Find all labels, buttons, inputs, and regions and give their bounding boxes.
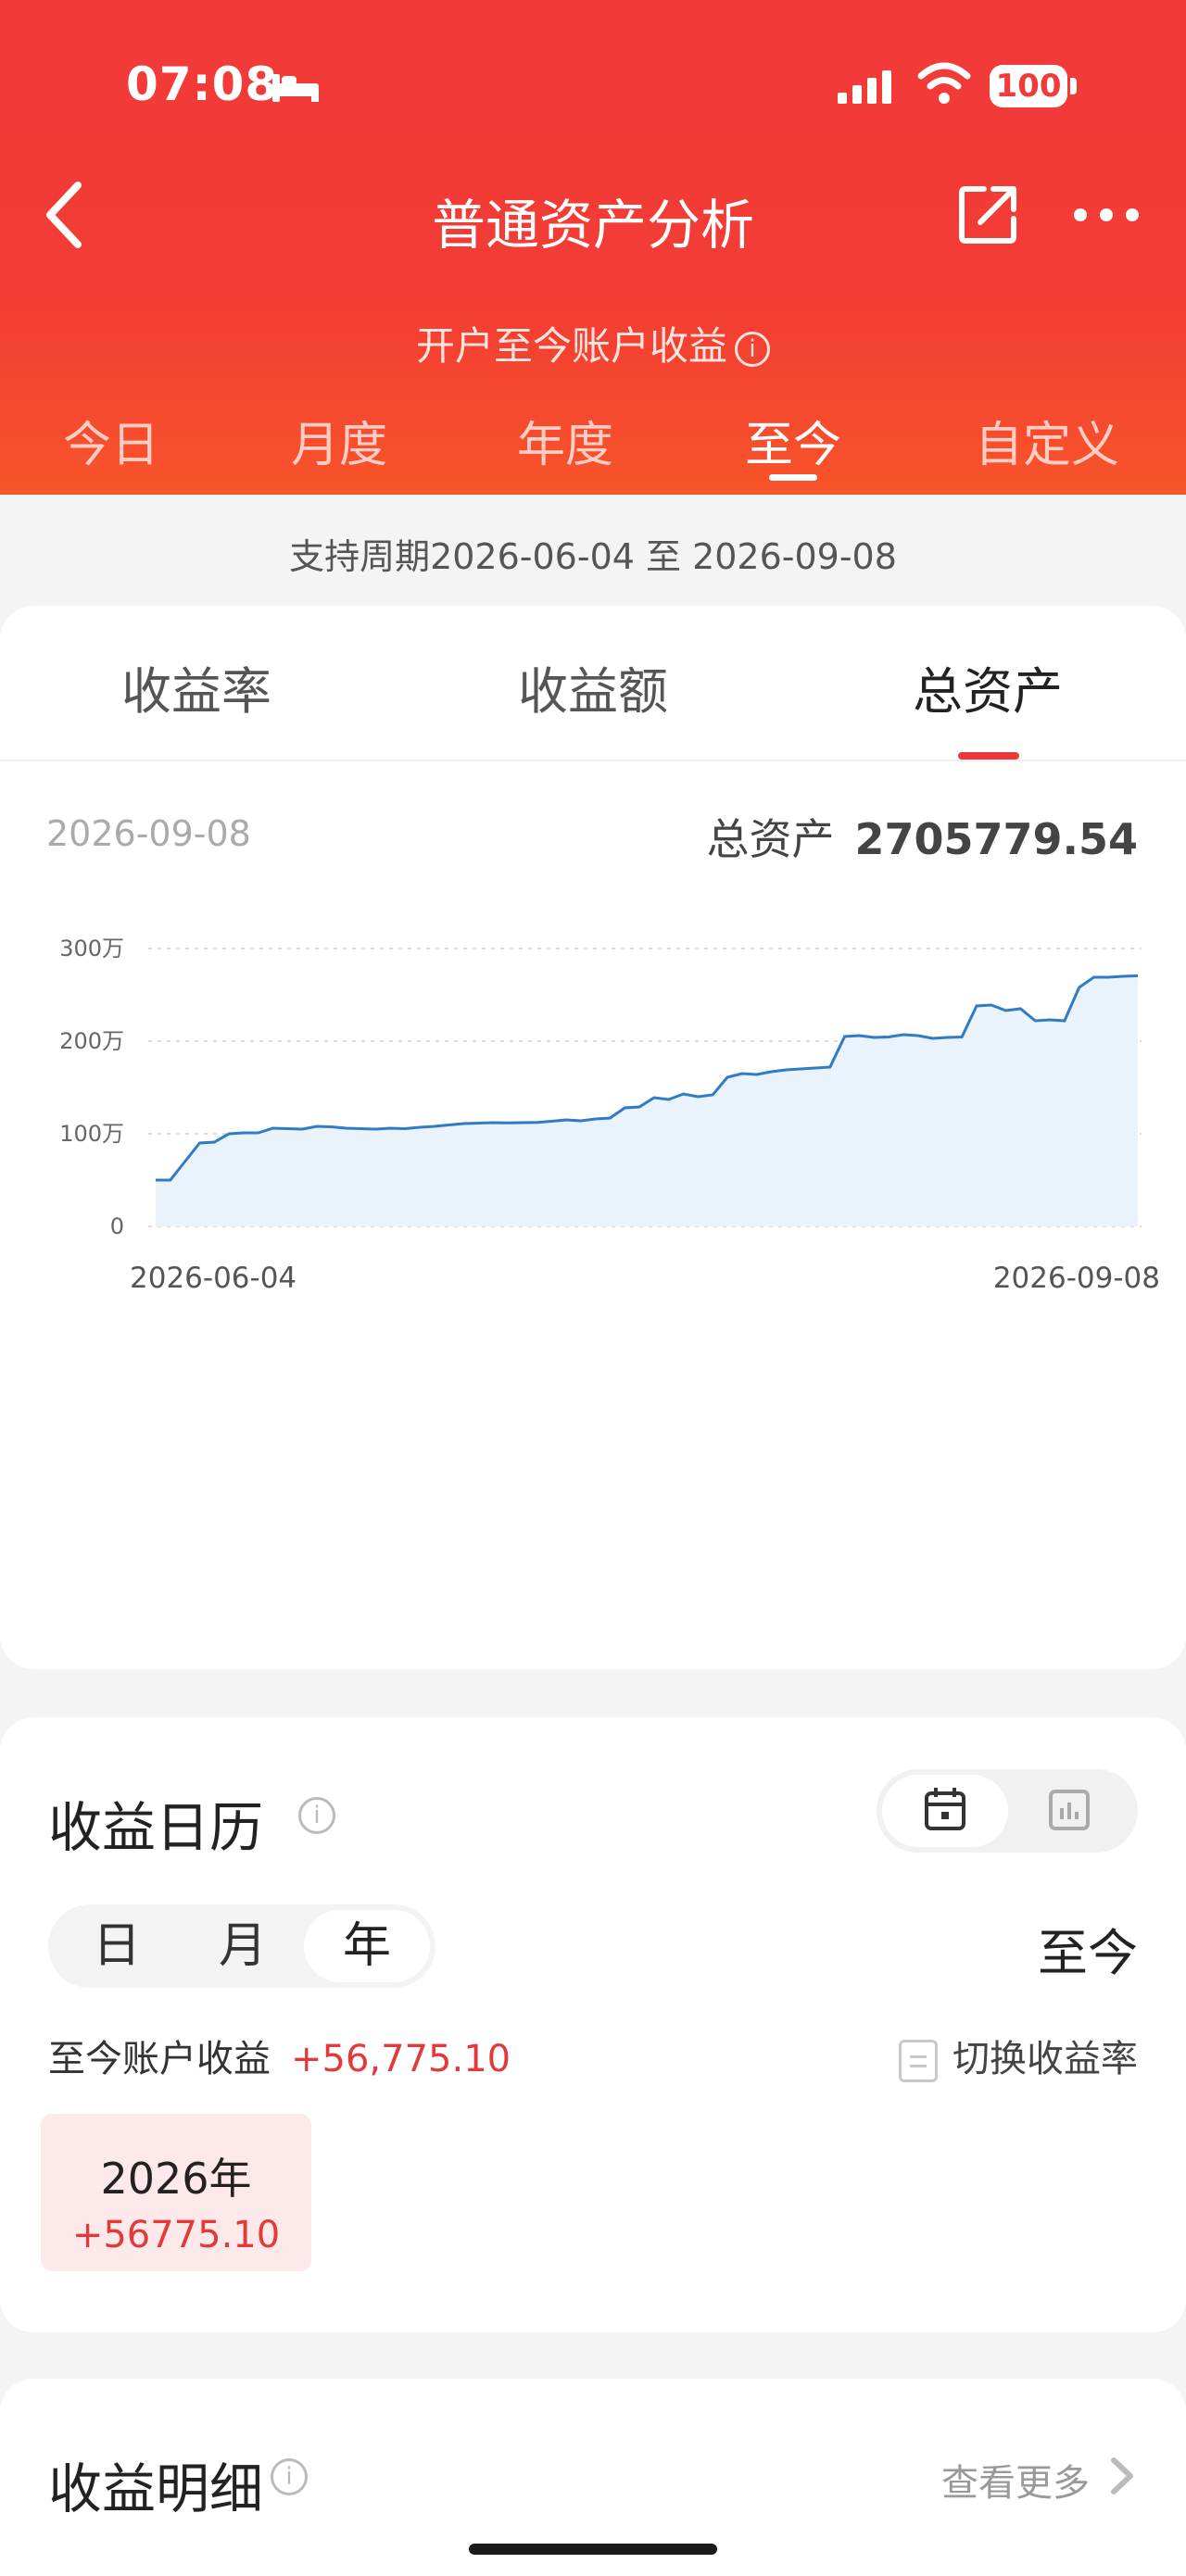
gran-day[interactable]: 日	[54, 1910, 180, 1982]
year-cell[interactable]: 2026年 +56775.10	[41, 2114, 311, 2271]
metric-tabs: 收益率 收益额 总资产	[0, 606, 1186, 761]
asset-chart-card: 收益率 收益额 总资产 2026-09-08 总资产 2705779.54 300…	[0, 606, 1186, 1669]
selected-value: 总资产 2705779.54	[706, 806, 1138, 867]
bar-chart-view-button[interactable]	[1006, 1775, 1132, 1847]
metric-tab-indicator	[958, 752, 1019, 760]
battery-indicator: 100	[990, 65, 1077, 107]
selected-label: 总资产	[706, 814, 835, 864]
tab-custom[interactable]: 自定义	[954, 406, 1140, 475]
battery-level: 100	[990, 65, 1067, 107]
calendar-period[interactable]: 至今	[1038, 1912, 1138, 1985]
account-profit-row: 至今账户收益 +56,775.10	[48, 2029, 511, 2082]
selected-amount: 2705779.54	[854, 814, 1138, 864]
switch-rate-label: 切换收益率	[953, 2038, 1138, 2080]
detail-title: 收益明细	[48, 2457, 264, 2520]
granularity-tabs: 日 月 年	[48, 1904, 435, 1988]
detail-info-icon[interactable]: i	[271, 2458, 308, 2495]
bar-chart-icon	[1049, 1790, 1090, 1830]
subtitle-text: 开户至今账户收益	[415, 323, 727, 369]
y-tick-label: 200万	[59, 1028, 124, 1054]
wifi-icon	[917, 62, 971, 104]
gran-year[interactable]: 年	[304, 1910, 430, 1982]
more-icon[interactable]	[1071, 206, 1142, 224]
header: 07:08 100 普通资产分析 开户至今账户收益 i 今日 月度 年度 至今 …	[0, 0, 1186, 495]
y-tick-label: 0	[110, 1213, 124, 1239]
home-indicator	[469, 2544, 717, 2555]
y-tick-label: 300万	[59, 936, 124, 961]
tab-year[interactable]: 年度	[473, 406, 658, 475]
supported-range: 支持周期2026-06-04 至 2026-09-08	[289, 536, 897, 577]
switch-rate-button[interactable]: 切换收益率	[899, 2029, 1138, 2082]
total-assets-chart[interactable]: 300万 200万 100万 0 2026-06-04 2026-09-08	[0, 911, 1186, 1301]
tab-return-amount[interactable]: 收益额	[454, 650, 732, 723]
tab-today[interactable]: 今日	[19, 406, 204, 475]
x-tick-end: 2026-09-08	[993, 1262, 1160, 1295]
chevron-right-icon[interactable]	[1106, 2455, 1138, 2497]
account-profit-value: +56,775.10	[291, 2038, 511, 2080]
account-subtitle: 开户至今账户收益 i	[0, 315, 1186, 371]
profit-calendar-card: 收益日历 i 日 月 年 至今 至今账户收益 +56,775.10 切换收益率 …	[0, 1717, 1186, 2332]
calendar-title: 收益日历	[48, 1796, 264, 1859]
gran-month[interactable]: 月	[180, 1910, 306, 1982]
calendar-view-button[interactable]	[882, 1775, 1008, 1847]
share-icon[interactable]	[958, 183, 1019, 245]
tab-return-rate[interactable]: 收益率	[57, 650, 335, 723]
view-toggle	[877, 1769, 1138, 1853]
info-icon[interactable]: i	[735, 331, 770, 367]
selected-date: 2026-09-08	[46, 813, 251, 854]
period-tabs: 今日 月度 年度 至今 自定义	[0, 406, 1186, 473]
x-tick-start: 2026-06-04	[130, 1262, 296, 1295]
tab-total-assets[interactable]: 总资产	[849, 650, 1127, 723]
switch-icon	[899, 2040, 938, 2082]
y-tick-label: 100万	[59, 1121, 124, 1147]
tab-month[interactable]: 月度	[246, 406, 432, 475]
status-time: 07:08	[126, 57, 279, 111]
y-axis-ticks: 300万 200万 100万 0	[59, 936, 124, 1239]
year-cell-label: 2026年	[100, 2154, 252, 2204]
view-more-link[interactable]: 查看更多	[941, 2453, 1090, 2507]
bed-icon	[272, 74, 319, 102]
account-profit-label: 至今账户收益	[48, 2038, 271, 2080]
tab-to-date[interactable]: 至今	[700, 406, 886, 475]
calendar-info-icon[interactable]: i	[298, 1797, 335, 1834]
active-tab-indicator	[769, 474, 817, 481]
year-cell-value: +56775.10	[71, 2214, 281, 2256]
signal-icon	[838, 70, 891, 104]
calendar-icon	[925, 1788, 965, 1830]
